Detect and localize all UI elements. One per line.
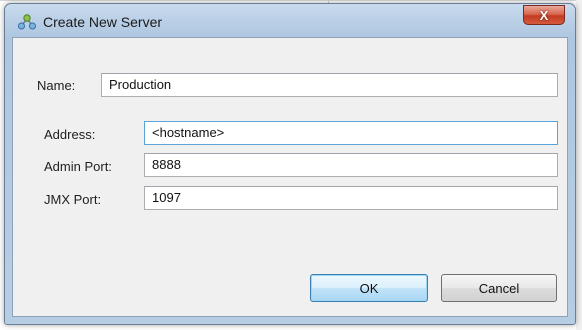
admin-port-field[interactable]: 8888 — [144, 153, 558, 177]
background-edge — [576, 0, 582, 330]
title-bar[interactable]: Create New Server X — [5, 4, 575, 38]
ok-button[interactable]: OK — [310, 274, 428, 302]
jmx-port-field[interactable]: 1097 — [144, 186, 558, 210]
server-network-icon — [17, 13, 37, 31]
name-field[interactable]: Production — [101, 73, 558, 97]
cancel-button[interactable]: Cancel — [441, 274, 557, 302]
dialog-content: Name: Production Address: <hostname> Adm… — [12, 37, 568, 317]
close-button[interactable]: X — [523, 5, 565, 25]
name-label: Name: — [37, 78, 76, 93]
address-field[interactable]: <hostname> — [144, 121, 558, 145]
dialog-title: Create New Server — [43, 14, 163, 30]
jmx-port-label: JMX Port: — [44, 192, 102, 207]
background-divider — [0, 0, 582, 1]
create-new-server-dialog: Create New Server X Name: Production Add… — [4, 3, 576, 325]
address-label: Address: — [44, 127, 96, 142]
admin-port-label: Admin Port: — [44, 159, 112, 174]
close-icon: X — [539, 7, 549, 23]
